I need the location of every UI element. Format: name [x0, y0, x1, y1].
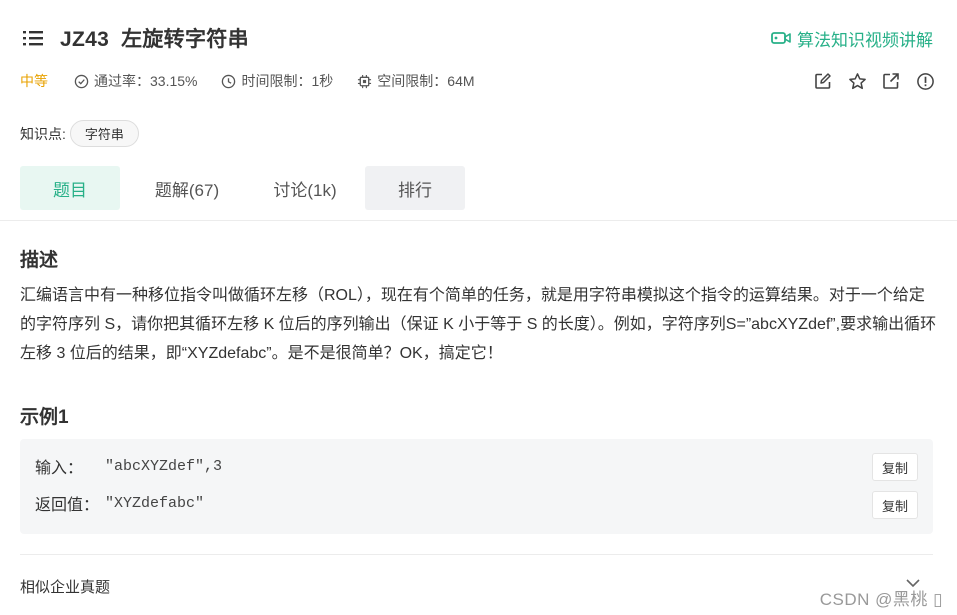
- report-icon: [916, 72, 934, 90]
- star-icon: [848, 72, 866, 89]
- problem-code: JZ43: [60, 28, 110, 51]
- tool-icons: [813, 71, 935, 91]
- section-divider: [0, 220, 957, 221]
- space-limit: 空间限制：64M: [357, 71, 475, 91]
- tab-solutions[interactable]: 题解(67): [128, 166, 246, 210]
- tab-discussion[interactable]: 讨论(1k): [250, 166, 360, 210]
- knowledge-row: 知识点: 字符串: [20, 120, 139, 147]
- clock-icon: [222, 74, 236, 88]
- share-button[interactable]: [881, 71, 901, 91]
- page-title: JZ43 左旋转字符串: [60, 23, 249, 53]
- copy-input-button[interactable]: 复制: [872, 453, 918, 481]
- knowledge-tag[interactable]: 字符串: [69, 120, 139, 147]
- example-box: 输入： "abcXYZdef",3 复制 返回值： "XYZdefabc" 复制: [20, 439, 933, 534]
- time-limit-text: 时间限制：1秒: [241, 73, 334, 89]
- tab-problem[interactable]: 题目: [20, 166, 120, 210]
- copy-output-button[interactable]: 复制: [872, 491, 918, 519]
- favorite-button[interactable]: [847, 71, 867, 91]
- example-output-value: "XYZdefabc": [105, 494, 205, 512]
- problem-title: 左旋转字符串: [121, 28, 249, 51]
- chip-icon: [358, 74, 372, 88]
- edit-icon: [815, 73, 831, 89]
- video-icon: [771, 32, 791, 44]
- example-input-value: "abcXYZdef",3: [105, 457, 223, 475]
- check-circle-icon: [74, 74, 89, 88]
- watermark: CSDN @黑桃 ▯: [819, 590, 943, 609]
- report-button[interactable]: [915, 71, 935, 91]
- title-row: JZ43 左旋转字符串 算法知识视频讲解: [20, 22, 933, 54]
- knowledge-label: 知识点:: [20, 125, 66, 142]
- example-output-label: 返回值：: [35, 497, 100, 514]
- tab-bar: 题目 题解(67) 讨论(1k) 排行: [20, 166, 465, 210]
- bottom-divider: [20, 554, 933, 555]
- description-text: 汇编语言中有一种移位指令叫做循环左移（ROL），现在有个简单的任务，就是用字符串…: [20, 287, 937, 362]
- pass-rate-text: 通过率：33.15%: [94, 73, 198, 89]
- example-input-line: 输入： "abcXYZdef",3: [35, 454, 222, 478]
- similar-questions-heading: 相似企业真题: [20, 579, 111, 596]
- meta-row: 中等 通过率：33.15% 时间限制：1秒 空间限制：64M: [20, 70, 935, 92]
- time-limit: 时间限制：1秒: [221, 71, 333, 91]
- space-limit-text: 空间限制：64M: [377, 73, 475, 89]
- description-heading: 描述: [20, 250, 59, 271]
- list-icon[interactable]: [22, 27, 44, 49]
- share-icon: [883, 73, 899, 89]
- video-explanation-link[interactable]: 算法知识视频讲解: [771, 26, 933, 51]
- difficulty-badge: 中等: [20, 73, 48, 89]
- example-input-label: 输入：: [35, 460, 84, 477]
- pass-rate: 通过率：33.15%: [74, 71, 197, 91]
- tab-ranking[interactable]: 排行: [365, 166, 465, 210]
- edit-button[interactable]: [813, 71, 833, 91]
- example-output-line: 返回值： "XYZdefabc": [35, 491, 204, 515]
- example-heading: 示例1: [20, 407, 69, 428]
- video-link-label: 算法知识视频讲解: [797, 30, 933, 50]
